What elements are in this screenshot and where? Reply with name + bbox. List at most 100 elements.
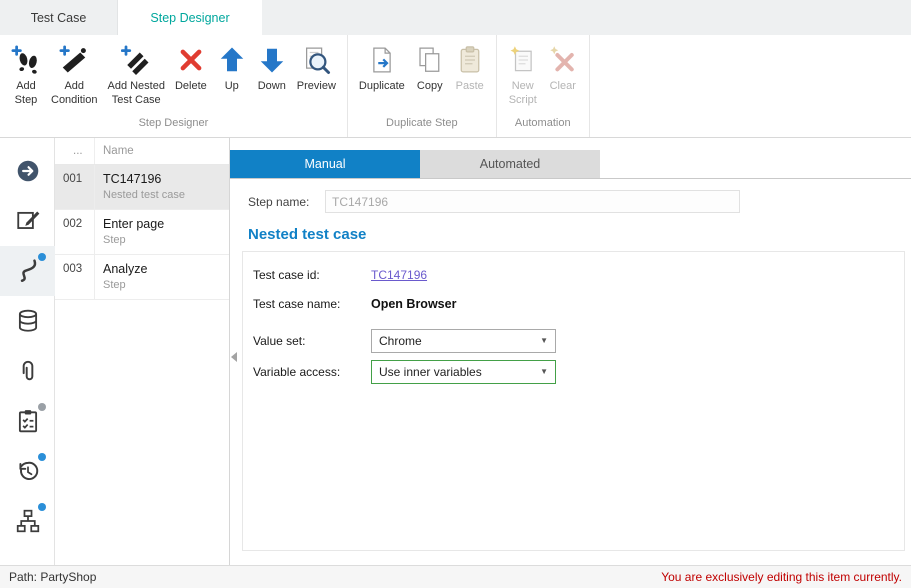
new-script-icon [508, 45, 538, 75]
rail-item-hierarchy[interactable] [0, 496, 55, 546]
step-subtitle: Step [103, 279, 229, 291]
chevron-down-icon: ▼ [540, 337, 548, 345]
notification-dot-blue [38, 503, 46, 511]
up-arrow-icon [217, 45, 247, 75]
step-list-panel: ... Name 001 TC147196 Nested test case 0… [55, 138, 230, 565]
tab-test-case[interactable]: Test Case [0, 0, 118, 35]
add-condition-icon [59, 45, 89, 75]
clear-icon [548, 45, 578, 75]
value-set-selected-value: Chrome [379, 334, 422, 348]
add-nested-test-case-button[interactable]: Add Nested Test Case [102, 43, 169, 110]
ribbon-tab-strip: Test Case Step Designer [0, 0, 911, 35]
duplicate-button[interactable]: Duplicate [354, 43, 410, 95]
ribbon-group-duplicate-step: Duplicate Copy [348, 35, 497, 137]
preview-magnifier-icon [301, 45, 331, 75]
preview-label: Preview [297, 79, 336, 93]
ribbon-group-label-automation: Automation [497, 117, 589, 137]
step-subtitle: Step [103, 234, 229, 246]
rail-item-steps[interactable] [0, 246, 55, 296]
detail-panel: Manual Automated Step name: Nested test … [230, 138, 911, 565]
add-step-label: Add Step [15, 79, 38, 108]
step-list-header: ... Name [55, 138, 229, 165]
left-icon-rail [0, 138, 55, 565]
test-case-name-value: Open Browser [371, 297, 456, 311]
test-case-id-link[interactable]: TC147196 [371, 268, 427, 282]
value-set-combobox[interactable]: Chrome ▼ [371, 329, 556, 353]
add-nested-test-case-label: Add Nested Test Case [107, 79, 164, 108]
step-row-002[interactable]: 002 Enter page Step [55, 210, 229, 255]
tab-step-designer[interactable]: Step Designer [118, 0, 262, 35]
step-list-menu-column-header: ... [55, 138, 95, 164]
step-number: 001 [55, 165, 95, 209]
clear-label: Clear [550, 79, 576, 93]
delete-x-icon [176, 45, 206, 75]
paste-button[interactable]: Paste [450, 43, 490, 95]
step-title: TC147196 [103, 172, 229, 186]
step-subtitle: Nested test case [103, 189, 229, 201]
status-bar: Path: PartyShop You are exclusively edit… [0, 565, 911, 588]
step-row-001[interactable]: 001 TC147196 Nested test case [55, 165, 229, 210]
ribbon-group-automation: New Script Clear Automation [497, 35, 590, 137]
checklist-icon [15, 408, 41, 434]
new-script-button[interactable]: New Script [503, 43, 543, 110]
steps-icon [15, 258, 41, 284]
chevron-down-icon: ▼ [540, 368, 548, 376]
tab-manual[interactable]: Manual [230, 150, 420, 178]
add-condition-label: Add Condition [51, 79, 97, 108]
rail-item-attachments[interactable] [0, 346, 55, 396]
step-row-003[interactable]: 003 Analyze Step [55, 255, 229, 300]
variable-access-label: Variable access: [253, 365, 371, 379]
step-title: Enter page [103, 217, 229, 231]
delete-button[interactable]: Delete [170, 43, 212, 95]
add-step-footprints-icon [11, 45, 41, 75]
attachments-icon [15, 358, 41, 384]
rail-item-history[interactable] [0, 446, 55, 496]
rail-item-goto[interactable] [0, 146, 55, 196]
splitter-collapse-button[interactable] [231, 352, 237, 362]
variable-access-selected-value: Use inner variables [379, 365, 482, 379]
detail-tab-strip: Manual Automated [230, 150, 911, 179]
test-data-icon [15, 308, 41, 334]
add-condition-button[interactable]: Add Condition [46, 43, 102, 110]
copy-label: Copy [417, 79, 443, 93]
notification-dot-gray [38, 403, 46, 411]
new-script-label: New Script [509, 79, 537, 108]
paste-label: Paste [456, 79, 484, 93]
tab-automated[interactable]: Automated [420, 150, 600, 178]
status-message: You are exclusively editing this item cu… [661, 570, 902, 584]
clear-button[interactable]: Clear [543, 43, 583, 95]
down-button[interactable]: Down [252, 43, 292, 95]
value-set-label: Value set: [253, 334, 371, 348]
test-case-name-label: Test case name: [253, 297, 371, 311]
step-name-label: Step name: [248, 195, 325, 209]
rail-item-edit[interactable] [0, 196, 55, 246]
preview-button[interactable]: Preview [292, 43, 341, 95]
step-number: 003 [55, 255, 95, 299]
duplicate-icon [367, 45, 397, 75]
step-name-input[interactable] [325, 190, 740, 213]
duplicate-label: Duplicate [359, 79, 405, 93]
step-title: Analyze [103, 262, 229, 276]
delete-label: Delete [175, 79, 207, 93]
variable-access-combobox[interactable]: Use inner variables ▼ [371, 360, 556, 384]
hierarchy-icon [15, 508, 41, 534]
rail-item-checklist[interactable] [0, 396, 55, 446]
tab-manual-label: Manual [305, 157, 346, 171]
up-button[interactable]: Up [212, 43, 252, 95]
ribbon-group-label-step-designer: Step Designer [0, 117, 347, 137]
add-nested-test-case-icon [121, 45, 151, 75]
copy-icon [415, 45, 445, 75]
down-label: Down [258, 79, 286, 93]
ribbon: Add Step Add Condition [0, 35, 911, 138]
notification-dot-blue [38, 253, 46, 261]
paste-clipboard-icon [455, 45, 485, 75]
section-title: Nested test case [248, 226, 911, 243]
edit-icon [15, 208, 41, 234]
notification-dot-blue [38, 453, 46, 461]
step-list-name-column-header: Name [95, 145, 134, 157]
test-case-id-label: Test case id: [253, 268, 371, 282]
rail-item-test-data[interactable] [0, 296, 55, 346]
copy-button[interactable]: Copy [410, 43, 450, 95]
step-number: 002 [55, 210, 95, 254]
add-step-button[interactable]: Add Step [6, 43, 46, 110]
